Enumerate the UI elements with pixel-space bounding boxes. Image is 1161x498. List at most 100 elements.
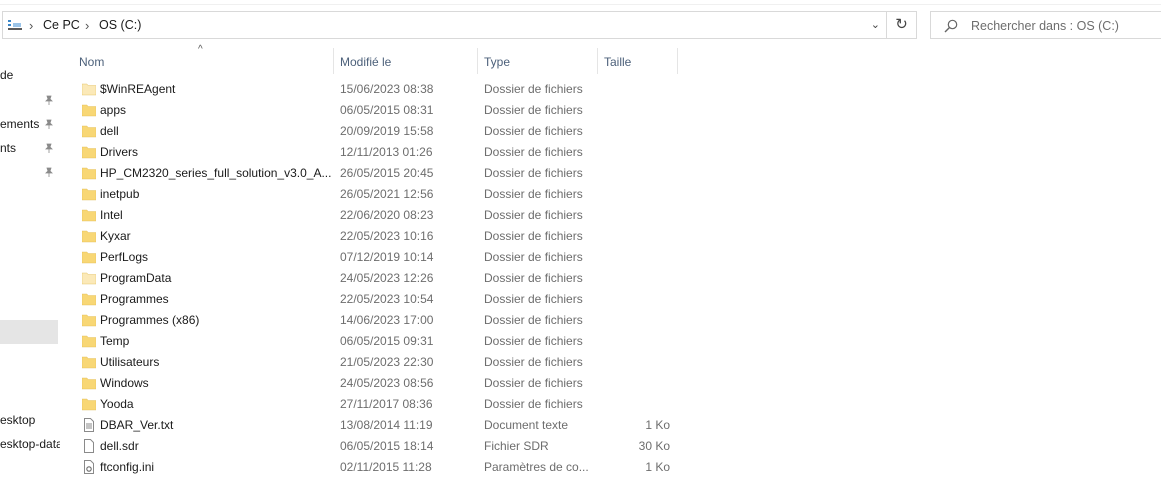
folder-icon	[82, 146, 96, 159]
file-name: ftconfig.ini	[100, 460, 155, 474]
folder-icon	[82, 398, 96, 411]
file-modified-date: 14/06/2023 17:00	[340, 313, 434, 327]
file-modified-date: 21/05/2023 22:30	[340, 355, 434, 369]
text-file-icon	[84, 418, 94, 432]
file-name: Temp	[100, 334, 130, 348]
nav-item-documents[interactable]: nts	[0, 141, 16, 155]
address-history-dropdown-icon[interactable]: ⌄	[871, 18, 880, 31]
file-row[interactable]: Programmes 22/05/2023 10:54 Dossier de fic…	[78, 289, 698, 310]
file-row[interactable]: $WinREAgent 15/06/2023 08:38 Dossier de fi…	[78, 79, 698, 100]
file-type: Dossier de fichiers	[484, 187, 583, 201]
file-name: Drivers	[100, 145, 138, 159]
file-modified-date: 22/05/2023 10:16	[340, 229, 434, 243]
refresh-button[interactable]: ↻	[887, 11, 917, 39]
nav-item-desktop[interactable]: esktop	[0, 413, 35, 427]
file-row[interactable]: apps 06/05/2015 08:31 Dossier de fichiers	[78, 100, 698, 121]
file-type: Dossier de fichiers	[484, 166, 583, 180]
folder-icon	[82, 209, 96, 222]
file-size: 1 Ko	[645, 460, 670, 474]
file-modified-date: 12/11/2013 01:26	[340, 145, 433, 159]
pin-icon	[45, 95, 53, 105]
search-placeholder: Rechercher dans : OS (C:)	[971, 19, 1119, 33]
folder-icon	[82, 167, 96, 180]
pin-icon	[45, 143, 53, 153]
file-row[interactable]: PerfLogs 07/12/2019 10:14 Dossier de fichi…	[78, 247, 698, 268]
file-name: PerfLogs	[100, 250, 149, 264]
file-icon	[84, 439, 94, 453]
file-type: Dossier de fichiers	[484, 145, 583, 159]
column-divider[interactable]	[677, 48, 678, 74]
file-type: Dossier de fichiers	[484, 208, 583, 222]
breadcrumb-this-pc[interactable]: Ce PC	[43, 18, 80, 32]
nav-item-downloads[interactable]: ements	[0, 117, 39, 131]
file-name: dell.sdr	[100, 439, 139, 453]
folder-icon	[82, 104, 96, 117]
file-row[interactable]: Programmes (x86) 14/06/2023 17:00 Dossier …	[78, 310, 698, 331]
pin-icon	[45, 119, 53, 129]
file-type: Dossier de fichiers	[484, 313, 583, 327]
nav-item-desktop-data[interactable]: esktop-data	[0, 437, 60, 451]
column-header-name[interactable]: Nom	[60, 48, 333, 74]
column-header-type[interactable]: Type	[478, 48, 597, 74]
chevron-right-icon[interactable]: ›	[85, 18, 89, 33]
file-modified-date: 26/05/2021 12:56	[340, 187, 434, 201]
file-type: Dossier de fichiers	[484, 229, 583, 243]
folder-icon	[82, 377, 96, 390]
column-header-size[interactable]: Taille	[598, 48, 677, 74]
file-type: Paramètres de co...	[484, 460, 589, 474]
file-row[interactable]: ProgramData 24/05/2023 12:26 Dossier de fi…	[78, 268, 698, 289]
file-type: Fichier SDR	[484, 439, 549, 453]
folder-icon	[82, 251, 96, 264]
refresh-icon: ↻	[895, 16, 908, 33]
file-modified-date: 26/05/2015 20:45	[340, 166, 434, 180]
file-row[interactable]: ftconfig.ini 02/11/2015 11:28 Paramètres d…	[78, 457, 698, 478]
file-row[interactable]: Drivers 12/11/2013 01:26 Dossier de fichie…	[78, 142, 698, 163]
file-modified-date: 27/11/2017 08:36	[340, 397, 433, 411]
folder-icon	[82, 125, 96, 138]
file-row[interactable]: Kyxar 22/05/2023 10:16 Dossier de fichiers	[78, 226, 698, 247]
file-name: Windows	[100, 376, 149, 390]
hidden-folder-icon	[82, 83, 96, 96]
file-type: Dossier de fichiers	[484, 250, 583, 264]
file-row[interactable]: DBAR_Ver.txt 13/08/2014 11:19 Document tex…	[78, 415, 698, 436]
file-row[interactable]: dell.sdr 06/05/2015 18:14 Fichier SDR 30 Ko	[78, 436, 698, 457]
address-bar[interactable]: › Ce PC › OS (C:) ⌄	[2, 11, 887, 39]
hidden-folder-icon	[82, 272, 96, 285]
file-name: DBAR_Ver.txt	[100, 418, 174, 432]
file-row[interactable]: HP_CM2320_series_full_solution_v3.0_A...…	[78, 163, 698, 184]
pin-icon	[45, 167, 53, 177]
file-type: Dossier de fichiers	[484, 334, 583, 348]
file-modified-date: 06/05/2015 09:31	[340, 334, 434, 348]
navigation-pane: de ements nts esktop esktop-data	[0, 44, 60, 498]
file-row[interactable]: Temp 06/05/2015 09:31 Dossier de fichiers	[78, 331, 698, 352]
file-type: Document texte	[484, 418, 569, 432]
ribbon-edge	[0, 0, 1161, 5]
file-modified-date: 02/11/2015 11:28	[340, 460, 432, 474]
column-header-modified[interactable]: Modifié le	[334, 48, 477, 74]
file-size: 1 Ko	[645, 418, 670, 432]
breadcrumb-drive-c[interactable]: OS (C:)	[99, 18, 141, 32]
folder-icon	[82, 293, 96, 306]
file-name: inetpub	[100, 187, 140, 201]
file-modified-date: 22/06/2020 08:23	[340, 208, 434, 222]
file-type: Dossier de fichiers	[484, 355, 583, 369]
nav-item-quick-access[interactable]: de	[0, 68, 13, 82]
search-icon	[944, 19, 958, 33]
file-row[interactable]: Utilisateurs 21/05/2023 22:30 Dossier de f…	[78, 352, 698, 373]
folder-icon	[82, 335, 96, 348]
file-row[interactable]: Intel 22/06/2020 08:23 Dossier de fichiers	[78, 205, 698, 226]
settings-file-icon	[84, 460, 94, 474]
file-type: Dossier de fichiers	[484, 124, 583, 138]
file-modified-date: 24/05/2023 08:56	[340, 376, 434, 390]
nav-item-selected[interactable]	[0, 320, 58, 344]
file-row[interactable]: inetpub 26/05/2021 12:56 Dossier de fichie…	[78, 184, 698, 205]
search-box[interactable]: Rechercher dans : OS (C:)	[930, 11, 1161, 39]
file-name: Programmes (x86)	[100, 313, 200, 327]
file-name: dell	[100, 124, 119, 138]
file-row[interactable]: Windows 24/05/2023 08:56 Dossier de fichie…	[78, 373, 698, 394]
file-row[interactable]: Yooda 27/11/2017 08:36 Dossier de fichiers	[78, 394, 698, 415]
file-row[interactable]: dell 20/09/2019 15:58 Dossier de fichiers	[78, 121, 698, 142]
folder-icon	[82, 230, 96, 243]
file-name: Kyxar	[100, 229, 131, 243]
folder-icon	[82, 314, 96, 327]
